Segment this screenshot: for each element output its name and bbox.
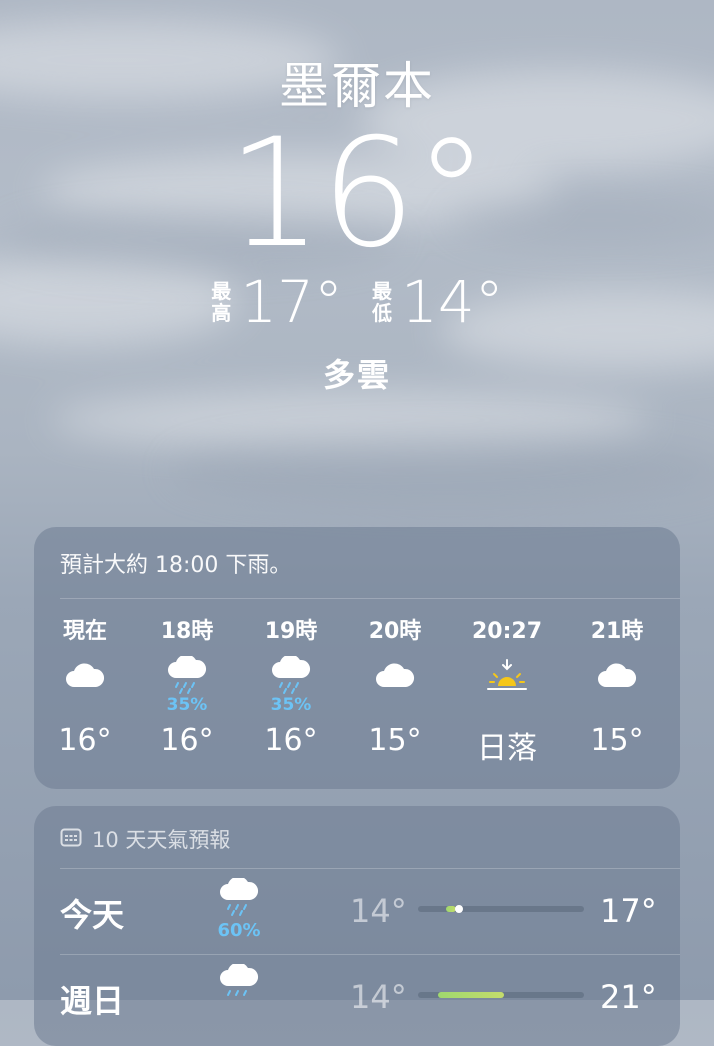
divider <box>60 868 680 869</box>
hour-temp: 16° <box>58 723 112 758</box>
hour-temp: 15° <box>368 723 422 758</box>
hour-time: 20時 <box>368 619 422 644</box>
cloud-rain-icon <box>142 651 232 701</box>
cloud-icon <box>350 651 440 701</box>
cloud-icon <box>572 651 662 701</box>
hour-time: 21時 <box>590 619 644 644</box>
ten-day-title: 10 天天氣預報 <box>92 828 231 852</box>
day-name: 今天 <box>60 896 125 934</box>
ten-day-forecast-card[interactable]: 10 天天氣預報 今天 60% 14° 17° 週日 14° 21° <box>34 806 680 1046</box>
day-high: 21° <box>600 978 657 1016</box>
hour-item: 20:27 日落 <box>462 617 552 767</box>
calendar-icon <box>60 827 82 852</box>
day-row[interactable]: 今天 60% 14° 17° <box>34 870 680 954</box>
hour-time: 20:27 <box>471 619 543 644</box>
high-label: 最高 <box>211 279 232 325</box>
high-low-row: 最高 17° 最低 14° <box>0 268 714 336</box>
hour-temp: 15° <box>590 723 644 758</box>
hour-temp: 日落 <box>477 731 537 766</box>
ten-day-header: 10 天天氣預報 <box>60 824 230 854</box>
hour-item: 21時 15° <box>572 617 662 758</box>
hour-item: 20時 15° <box>350 617 440 758</box>
temperature-range-bar <box>418 992 584 998</box>
day-high: 17° <box>600 892 657 930</box>
hour-temp: 16° <box>160 723 214 758</box>
day-low: 14° <box>350 978 407 1016</box>
cloud-rain-icon: 60% <box>214 876 264 941</box>
day-precip: 60% <box>217 920 261 941</box>
cloud-rain-icon <box>246 651 336 701</box>
divider <box>60 954 680 955</box>
current-weather-header: 墨爾本 16° 最高 17° 最低 14° 多雲 <box>0 0 714 420</box>
temperature-range-bar <box>418 905 584 913</box>
day-low: 14° <box>350 892 407 930</box>
weather-condition: 多雲 <box>322 356 391 394</box>
high-temperature: 17° <box>240 268 343 336</box>
hour-precip <box>350 695 440 715</box>
hour-time: 19時 <box>264 619 318 644</box>
low-temp-group: 最低 14° <box>371 268 504 336</box>
low-temperature: 14° <box>401 268 504 336</box>
high-temp-group: 最高 17° <box>210 268 343 336</box>
hour-precip <box>40 695 130 715</box>
hour-temp: 16° <box>264 723 318 758</box>
cloud-icon <box>40 651 130 701</box>
low-label: 最低 <box>372 279 392 325</box>
hourly-summary: 預計大約 18:00 下雨。 <box>60 553 292 578</box>
hour-item: 現在 16° <box>40 617 130 758</box>
hourly-forecast-card[interactable]: 預計大約 18:00 下雨。 現在 16° 18時 35% 16° 19時 35… <box>34 527 680 789</box>
current-temperature: 16° <box>227 107 489 281</box>
temperature-range-fill <box>438 992 504 998</box>
hour-precip <box>462 695 552 715</box>
sunset-icon <box>462 651 552 701</box>
hour-precip <box>572 695 662 715</box>
divider <box>60 598 680 599</box>
hour-precip: 35% <box>166 695 208 715</box>
hour-item: 19時 35% 16° <box>246 617 336 758</box>
hour-time: 18時 <box>160 619 214 644</box>
hour-time: 現在 <box>62 619 107 644</box>
hour-item: 18時 35% 16° <box>142 617 232 758</box>
day-name: 週日 <box>60 982 125 1020</box>
current-temp-dot <box>455 905 463 913</box>
hour-precip: 35% <box>270 695 312 715</box>
day-row[interactable]: 週日 14° 21° <box>34 956 680 1040</box>
hourly-list[interactable]: 現在 16° 18時 35% 16° 19時 35% 16° 20時 15° 2… <box>34 617 680 767</box>
